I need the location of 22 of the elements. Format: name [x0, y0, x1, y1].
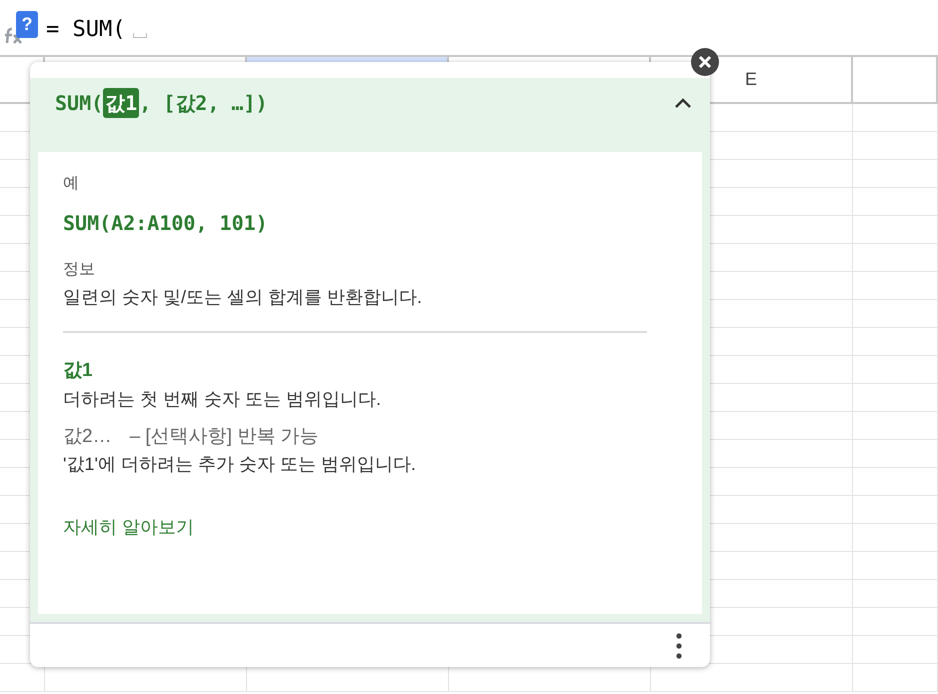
- closing-paren: ): [256, 90, 268, 117]
- chevron-icon[interactable]: [674, 97, 692, 109]
- more-options-icon[interactable]: [676, 632, 682, 658]
- argument-note: – [선택사항] 반복 가능: [130, 424, 319, 448]
- help-badge[interactable]: ?: [16, 10, 38, 38]
- text-cursor: [133, 33, 148, 38]
- argument-description: '값1'에 더하려는 추가 숫자 또는 범위입니다.: [63, 453, 417, 476]
- formula-text[interactable]: = SUM(: [46, 13, 126, 46]
- example-formula: SUM(A2:A100, 101): [63, 210, 269, 237]
- argument-name: 값2…: [63, 424, 112, 448]
- function-name: SUM(: [55, 90, 104, 117]
- formula-icon: [4, 26, 24, 44]
- info-label: 정보: [63, 260, 96, 280]
- example-label: 예: [63, 174, 80, 194]
- parameter: 값1: [103, 88, 140, 118]
- info-text: 일련의 숫자 및/또는 셀의 합계를 반환합니다.: [63, 286, 424, 309]
- argument-name: 값1: [63, 359, 93, 383]
- learn-more-link[interactable]: 자세히 알아보기: [63, 514, 194, 541]
- parameter: [값2, …]: [163, 90, 256, 117]
- argument-description: 더하려는 첫 번째 숫자 또는 범위입니다.: [63, 388, 382, 410]
- close-icon[interactable]: [690, 47, 720, 77]
- separator: ,: [139, 90, 152, 117]
